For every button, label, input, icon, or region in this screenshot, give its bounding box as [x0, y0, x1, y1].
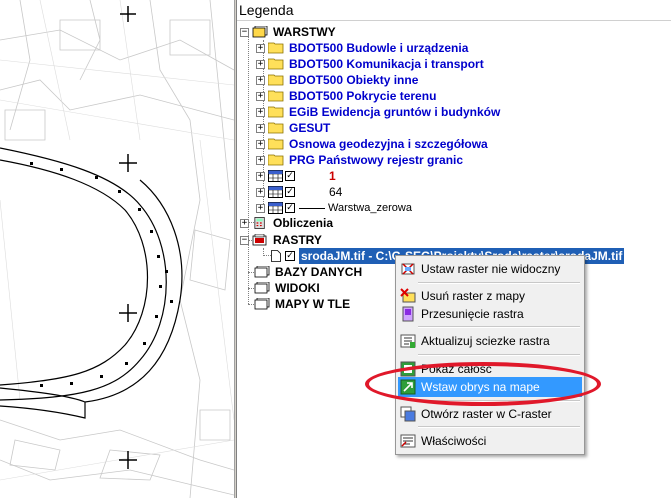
tree-node-widoki[interactable]: WIDOKI: [254, 280, 320, 296]
tree-label-group: GESUT: [289, 121, 331, 135]
tree-node-bazy-danych[interactable]: BAZY DANYCH: [254, 264, 362, 280]
remove-raster-icon: [400, 288, 416, 303]
tree-label-group: BDOT500 Komunikacja i transport: [289, 57, 484, 71]
tree-node-obliczenia[interactable]: + Obliczenia: [240, 215, 333, 231]
expand-icon[interactable]: +: [256, 187, 265, 197]
tree-node-group[interactable]: + PRG Państwowy rejestr granic: [256, 152, 463, 168]
context-menu: Ustaw raster nie widoczny Usuń raster z …: [395, 255, 585, 455]
background-maps-folder-icon: [254, 298, 270, 310]
expand-icon[interactable]: +: [256, 171, 265, 181]
tree-node-group[interactable]: + EGiB Ewidencja gruntów i budynków: [256, 104, 500, 120]
table-icon: [268, 170, 283, 182]
raster-visibility-checkbox[interactable]: ✓: [285, 251, 295, 261]
expand-icon[interactable]: +: [256, 123, 265, 133]
folder-icon: [268, 154, 284, 166]
views-folder-icon: [254, 282, 270, 294]
layers-folder-icon: [252, 26, 268, 38]
layer-visibility-checkbox[interactable]: ✓: [285, 203, 295, 213]
expand-icon[interactable]: +: [240, 218, 249, 228]
folder-icon: [268, 138, 284, 150]
tree-node-warstwy[interactable]: − WARSTWY: [240, 24, 336, 40]
open-in-craster-icon: [400, 406, 416, 422]
menu-item-label: Wstaw obrys na mape: [421, 380, 540, 394]
tree-label-rastry: RASTRY: [273, 233, 322, 247]
tree-label-obliczenia: Obliczenia: [273, 216, 334, 230]
tree-node-layer[interactable]: + ✓ Warstwa_zerowa: [256, 200, 412, 216]
menu-item-insert-outline[interactable]: Wstaw obrys na mape: [398, 377, 582, 397]
map-canvas[interactable]: [0, 0, 234, 498]
menu-item-label: Ustaw raster nie widoczny: [421, 262, 561, 276]
update-path-icon: [400, 334, 416, 348]
raster-folder-icon: [252, 234, 267, 246]
tree-node-group[interactable]: + Osnowa geodezyjna i szczegółowa: [256, 136, 488, 152]
expand-icon[interactable]: +: [256, 203, 265, 213]
menu-item-label: Otwórz raster w C-raster: [421, 407, 552, 421]
tree-node-group[interactable]: + BDOT500 Budowle i urządzenia: [256, 40, 468, 56]
properties-icon: [400, 434, 416, 448]
folder-icon: [268, 122, 284, 134]
menu-item-label: Właściwości: [421, 434, 487, 448]
menu-item-label: Pokaż całość: [421, 362, 492, 376]
tree-label-layer: Warstwa_zerowa: [328, 202, 412, 214]
table-icon: [268, 202, 283, 214]
expand-icon[interactable]: +: [256, 107, 265, 117]
tree-label-warstwy: WARSTWY: [273, 25, 336, 39]
menu-item-label: Usuń raster z mapy: [421, 289, 526, 303]
show-all-icon: [400, 361, 416, 377]
tree-label-group: BDOT500 Obiekty inne: [289, 73, 419, 87]
menu-item-show-all[interactable]: Pokaż całość: [398, 359, 582, 379]
menu-item-update-path[interactable]: Aktualizuj sciezke rastra: [398, 331, 582, 351]
tree-node-layer[interactable]: + ✓ 64: [256, 184, 342, 200]
tree-node-mapy-w-tle[interactable]: MAPY W TLE: [254, 296, 350, 312]
file-icon: [271, 250, 281, 262]
menu-item-label: Aktualizuj sciezke rastra: [421, 334, 550, 348]
tree-label-layer: 1: [329, 169, 336, 183]
database-folder-icon: [254, 266, 270, 278]
tree-label-widoki: WIDOKI: [275, 281, 320, 295]
tree-label-bazy-danych: BAZY DANYCH: [275, 265, 363, 279]
expand-icon[interactable]: +: [256, 91, 265, 101]
collapse-icon[interactable]: −: [240, 27, 249, 37]
line-style-sample: [299, 207, 325, 209]
tree-node-group[interactable]: + BDOT500 Obiekty inne: [256, 72, 418, 88]
hide-raster-icon: [401, 263, 415, 275]
calculator-icon: [254, 217, 265, 229]
expand-icon[interactable]: +: [256, 155, 265, 165]
expand-icon[interactable]: +: [256, 59, 265, 69]
menu-item-hide-raster[interactable]: Ustaw raster nie widoczny: [398, 259, 582, 279]
table-icon: [268, 186, 283, 198]
tree-label-group: BDOT500 Pokrycie terenu: [289, 89, 437, 103]
tree-node-group[interactable]: + BDOT500 Komunikacja i transport: [256, 56, 484, 72]
tree-node-group[interactable]: + GESUT: [256, 120, 330, 136]
tree-label-group: BDOT500 Budowle i urządzenia: [289, 41, 469, 55]
tree-node-layer[interactable]: + ✓ 1: [256, 168, 336, 184]
menu-item-move-raster[interactable]: Przesunięcie rastra: [398, 304, 582, 324]
legend-title: Legenda: [237, 0, 671, 21]
insert-outline-icon: [400, 379, 416, 395]
folder-icon: [268, 42, 284, 54]
menu-item-open-in-craster[interactable]: Otwórz raster w C-raster: [398, 404, 582, 424]
collapse-icon[interactable]: −: [240, 235, 249, 245]
menu-item-remove-raster[interactable]: Usuń raster z mapy: [398, 286, 582, 306]
tree-label-group: Osnowa geodezyjna i szczegółowa: [289, 137, 488, 151]
folder-icon: [268, 106, 284, 118]
folder-icon: [268, 74, 284, 86]
tree-label-mapy-w-tle: MAPY W TLE: [275, 297, 351, 311]
folder-icon: [268, 58, 284, 70]
map-drawing: [0, 0, 234, 498]
layer-visibility-checkbox[interactable]: ✓: [285, 187, 295, 197]
layer-visibility-checkbox[interactable]: ✓: [285, 171, 295, 181]
tree-label-layer: 64: [329, 185, 343, 199]
menu-item-properties[interactable]: Właściwości: [398, 431, 582, 451]
tree-node-group[interactable]: + BDOT500 Pokrycie terenu: [256, 88, 436, 104]
folder-icon: [268, 90, 284, 102]
expand-icon[interactable]: +: [256, 43, 265, 53]
expand-icon[interactable]: +: [256, 75, 265, 85]
expand-icon[interactable]: +: [256, 139, 265, 149]
tree-node-rastry[interactable]: − RASTRY: [240, 232, 322, 248]
move-raster-icon: [402, 306, 414, 322]
tree-label-group: EGiB Ewidencja gruntów i budynków: [289, 105, 501, 119]
menu-item-label: Przesunięcie rastra: [421, 307, 524, 321]
tree-label-group: PRG Państwowy rejestr granic: [289, 153, 464, 167]
